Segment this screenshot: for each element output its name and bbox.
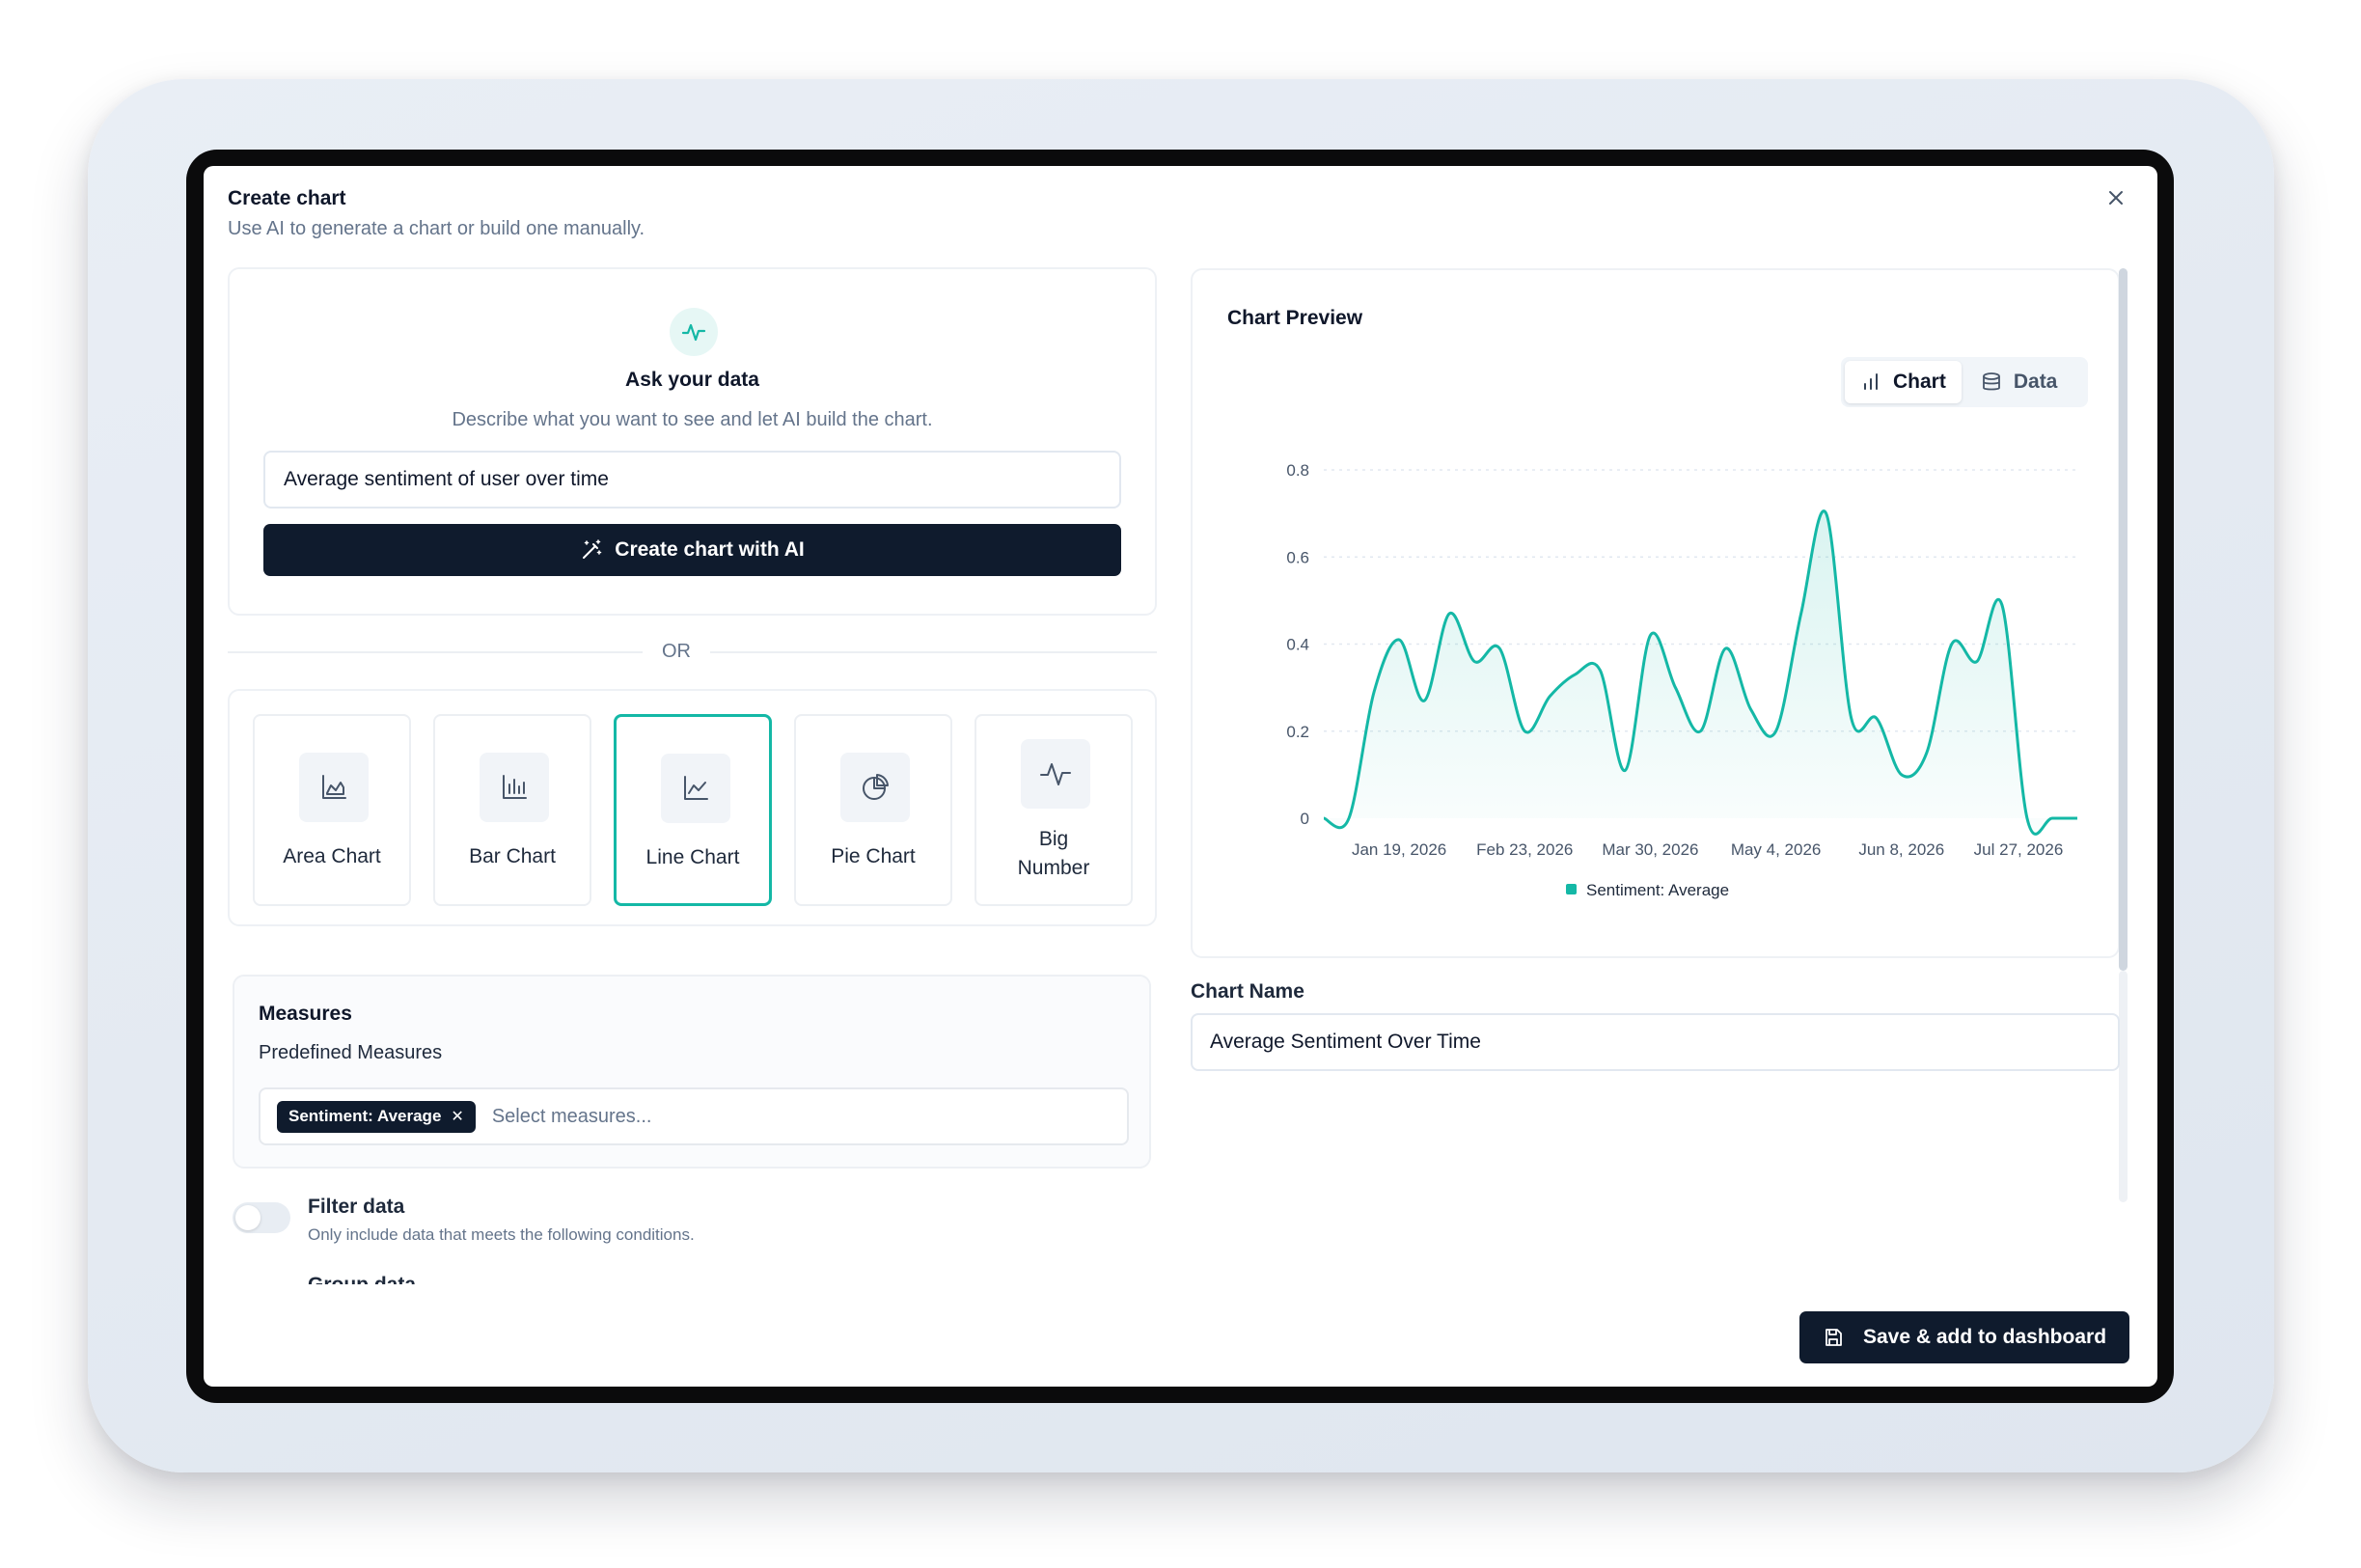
x-tick-label: Jul 27, 2026 (1974, 840, 2064, 859)
close-icon (2109, 191, 2123, 205)
y-tick-label: 0.6 (1286, 548, 1309, 566)
divider-left (228, 651, 643, 653)
chart-type-big-number[interactable]: Big Number (975, 714, 1133, 906)
legend-label: Sentiment: Average (1586, 881, 1729, 899)
chart-type-area[interactable]: Area Chart (253, 714, 411, 906)
measure-chip-label: Sentiment: Average (288, 1107, 442, 1125)
chart-type-line-label: Line Chart (645, 846, 740, 868)
filter-description: Only include data that meets the followi… (308, 1225, 695, 1244)
chart-type-bar-label: Bar Chart (469, 845, 556, 867)
chart-type-pie-label: Pie Chart (831, 845, 916, 867)
dialog-title: Create chart (228, 187, 346, 209)
y-tick-label: 0.4 (1286, 636, 1309, 654)
or-label: OR (662, 641, 691, 662)
scrollbar-thumb[interactable] (2119, 268, 2128, 971)
chart-type-picker: Area Chart Bar Chart Line Chart Pie Char… (228, 689, 1157, 926)
chart-type-area-label: Area Chart (283, 845, 381, 867)
save-add-dashboard-button[interactable]: Save & add to dashboard (1799, 1311, 2129, 1363)
chart-type-big-number-label: Big Number (1017, 828, 1090, 879)
create-chart-with-ai-button[interactable]: Create chart with AI (263, 524, 1121, 576)
filter-title: Filter data (308, 1196, 405, 1218)
pulse-icon (670, 308, 718, 356)
dialog-subtitle: Use AI to generate a chart or build one … (228, 218, 645, 239)
ai-description: Describe what you want to see and let AI… (452, 409, 933, 430)
x-tick-label: Jun 8, 2026 (1858, 840, 1944, 859)
series-area (1324, 510, 2077, 835)
x-tick-label: Mar 30, 2026 (1602, 840, 1698, 859)
ai-heading: Ask your data (625, 369, 759, 391)
x-tick-label: Jan 19, 2026 (1352, 840, 1446, 859)
measures-title: Measures (259, 1003, 352, 1025)
ai-prompt-input[interactable]: Average sentiment of user over time (263, 451, 1121, 509)
close-button[interactable] (2101, 183, 2130, 212)
measures-select[interactable]: Sentiment: Average ✕ Select measures... (259, 1087, 1129, 1145)
predefined-measures-label: Predefined Measures (259, 1042, 443, 1063)
save-icon (1826, 1329, 1842, 1346)
line-chart: 0 0.2 0.4 0.6 0.8 Jan 19, 2026 Feb 23, 2026 Mar… (1286, 461, 2077, 899)
y-tick-label: 0.8 (1286, 461, 1309, 480)
pulse-icon (1021, 739, 1090, 809)
ai-card: Ask your data Describe what you want to … (228, 267, 1157, 616)
measures-section: Measures Predefined Measures Sentiment: … (233, 975, 1151, 1169)
chart-name-input[interactable]: Average Sentiment Over Time (1191, 1013, 2120, 1071)
save-button-label: Save & add to dashboard (1862, 1326, 2107, 1348)
measures-placeholder: Select measures... (491, 1105, 652, 1127)
pie-chart-icon (840, 753, 910, 822)
y-tick-label: 0.2 (1286, 723, 1309, 741)
x-tick-label: Feb 23, 2026 (1476, 840, 1573, 859)
divider-right (710, 651, 1157, 653)
create-chart-with-ai-label: Create chart with AI (615, 538, 805, 561)
chart-type-pie[interactable]: Pie Chart (794, 714, 952, 906)
group-data-label-clipped: Group data (308, 1274, 416, 1284)
measure-chip: Sentiment: Average ✕ (277, 1100, 476, 1133)
scrollbar-track (2119, 971, 2128, 1202)
chart-preview-card: Chart Preview Chart Data 0 0.2 0.4 0.6 0.8 Ja… (1191, 268, 2120, 958)
group-title: Group data (308, 1274, 416, 1284)
x-tick-label: May 4, 2026 (1731, 840, 1822, 859)
create-chart-dialog: Create chart Use AI to generate a chart … (204, 166, 2157, 1387)
chart-type-bar[interactable]: Bar Chart (433, 714, 591, 906)
y-tick-label: 0 (1301, 810, 1309, 828)
filter-toggle[interactable] (233, 1202, 290, 1233)
chart-name-label: Chart Name (1191, 980, 1304, 1003)
legend-swatch (1566, 884, 1577, 894)
line-chart-icon (661, 754, 730, 823)
chart-type-line[interactable]: Line Chart (614, 714, 772, 906)
magic-wand-icon (583, 539, 602, 559)
remove-chip-icon[interactable]: ✕ (451, 1107, 463, 1126)
area-chart-icon (299, 753, 369, 822)
toggle-knob (235, 1205, 261, 1230)
bar-chart-icon (480, 753, 549, 822)
